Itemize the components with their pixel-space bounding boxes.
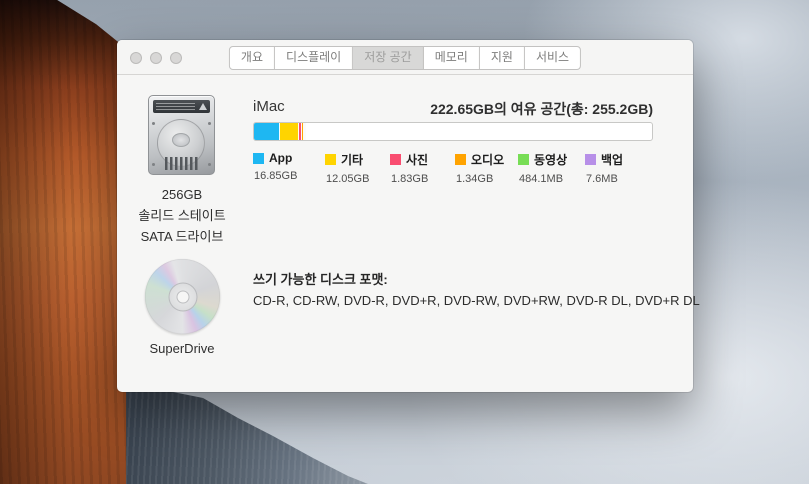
storage-segment-backups bbox=[305, 123, 306, 140]
hdd-screw bbox=[152, 163, 155, 166]
legend-item-app: App 16.85GB bbox=[253, 151, 297, 182]
wallpaper-cliff bbox=[0, 0, 130, 484]
legend-swatch bbox=[325, 154, 336, 165]
legend-label: 사진 bbox=[406, 151, 428, 168]
hdd-screw bbox=[208, 163, 211, 166]
legend-item-backups: 백업 7.6MB bbox=[585, 151, 623, 185]
legend-item-audio: 오디오 1.34GB bbox=[455, 151, 504, 185]
device-name: iMac bbox=[253, 98, 285, 115]
legend-swatch bbox=[518, 154, 529, 165]
hdd-screw bbox=[152, 122, 155, 125]
window-titlebar[interactable]: 개요디스플레이저장 공간메모리지원서비스 bbox=[117, 40, 693, 75]
tab-bar: 개요디스플레이저장 공간메모리지원서비스 bbox=[229, 46, 581, 70]
drive-capacity-label: 256GB 솔리드 스테이트 SATA 드라이브 bbox=[119, 184, 245, 247]
window-controls bbox=[130, 52, 182, 64]
hard-drive-icon bbox=[148, 95, 215, 175]
legend-label: 백업 bbox=[601, 151, 623, 168]
legend-label: 오디오 bbox=[471, 151, 504, 168]
close-button[interactable] bbox=[130, 52, 142, 64]
writable-formats-list: CD-R, CD-RW, DVD-R, DVD+R, DVD-RW, DVD+R… bbox=[253, 293, 700, 308]
legend-label: 동영상 bbox=[534, 151, 567, 168]
hdd-hub bbox=[172, 133, 190, 147]
tab-memory[interactable]: 메모리 bbox=[424, 47, 480, 69]
tab-overview[interactable]: 개요 bbox=[230, 47, 275, 69]
tab-storage[interactable]: 저장 공간 bbox=[353, 47, 424, 69]
legend-value: 12.05GB bbox=[326, 173, 369, 185]
legend-value: 16.85GB bbox=[254, 170, 297, 182]
legend-swatch bbox=[455, 154, 466, 165]
legend-item-photos: 사진 1.83GB bbox=[390, 151, 428, 185]
tab-displays[interactable]: 디스플레이 bbox=[275, 47, 353, 69]
storage-legend: App 16.85GB 기타 12.05GB 사진 1.83GB 오디오 1.34GB 동영상 4… bbox=[253, 151, 663, 191]
legend-value: 7.6MB bbox=[586, 173, 623, 185]
tab-support[interactable]: 지원 bbox=[480, 47, 525, 69]
legend-swatch bbox=[585, 154, 596, 165]
drive-capacity-line: 256GB bbox=[119, 184, 245, 205]
writable-formats-title: 쓰기 가능한 디스크 포맷: bbox=[253, 269, 388, 288]
free-space-text: 222.65GB의 여유 공간(총: 255.2GB) bbox=[430, 99, 653, 119]
legend-item-movies: 동영상 484.1MB bbox=[518, 151, 567, 185]
legend-value: 484.1MB bbox=[519, 173, 567, 185]
about-this-mac-window: 개요디스플레이저장 공간메모리지원서비스 256GB 솔리드 스테이트 SATA… bbox=[117, 40, 693, 392]
zoom-button[interactable] bbox=[170, 52, 182, 64]
hdd-vents bbox=[165, 157, 199, 170]
drive-interface-line: SATA 드라이브 bbox=[119, 226, 245, 247]
tab-service[interactable]: 서비스 bbox=[525, 47, 580, 69]
storage-bar bbox=[253, 122, 653, 141]
legend-value: 1.34GB bbox=[456, 173, 504, 185]
legend-label: 기타 bbox=[341, 151, 363, 168]
legend-value: 1.83GB bbox=[391, 173, 428, 185]
drive-type-line: 솔리드 스테이트 bbox=[119, 205, 245, 226]
storage-segment-app bbox=[254, 123, 280, 140]
hdd-label-plate bbox=[153, 100, 210, 113]
legend-label: App bbox=[269, 151, 292, 165]
minimize-button[interactable] bbox=[150, 52, 162, 64]
legend-item-other: 기타 12.05GB bbox=[325, 151, 369, 185]
hdd-screw bbox=[208, 122, 211, 125]
legend-swatch bbox=[390, 154, 401, 165]
superdrive-disc-icon bbox=[145, 259, 220, 334]
legend-swatch bbox=[253, 153, 264, 164]
storage-segment-other bbox=[280, 123, 299, 140]
wallpaper-mountain bbox=[118, 384, 368, 484]
superdrive-label: SuperDrive bbox=[119, 341, 245, 356]
